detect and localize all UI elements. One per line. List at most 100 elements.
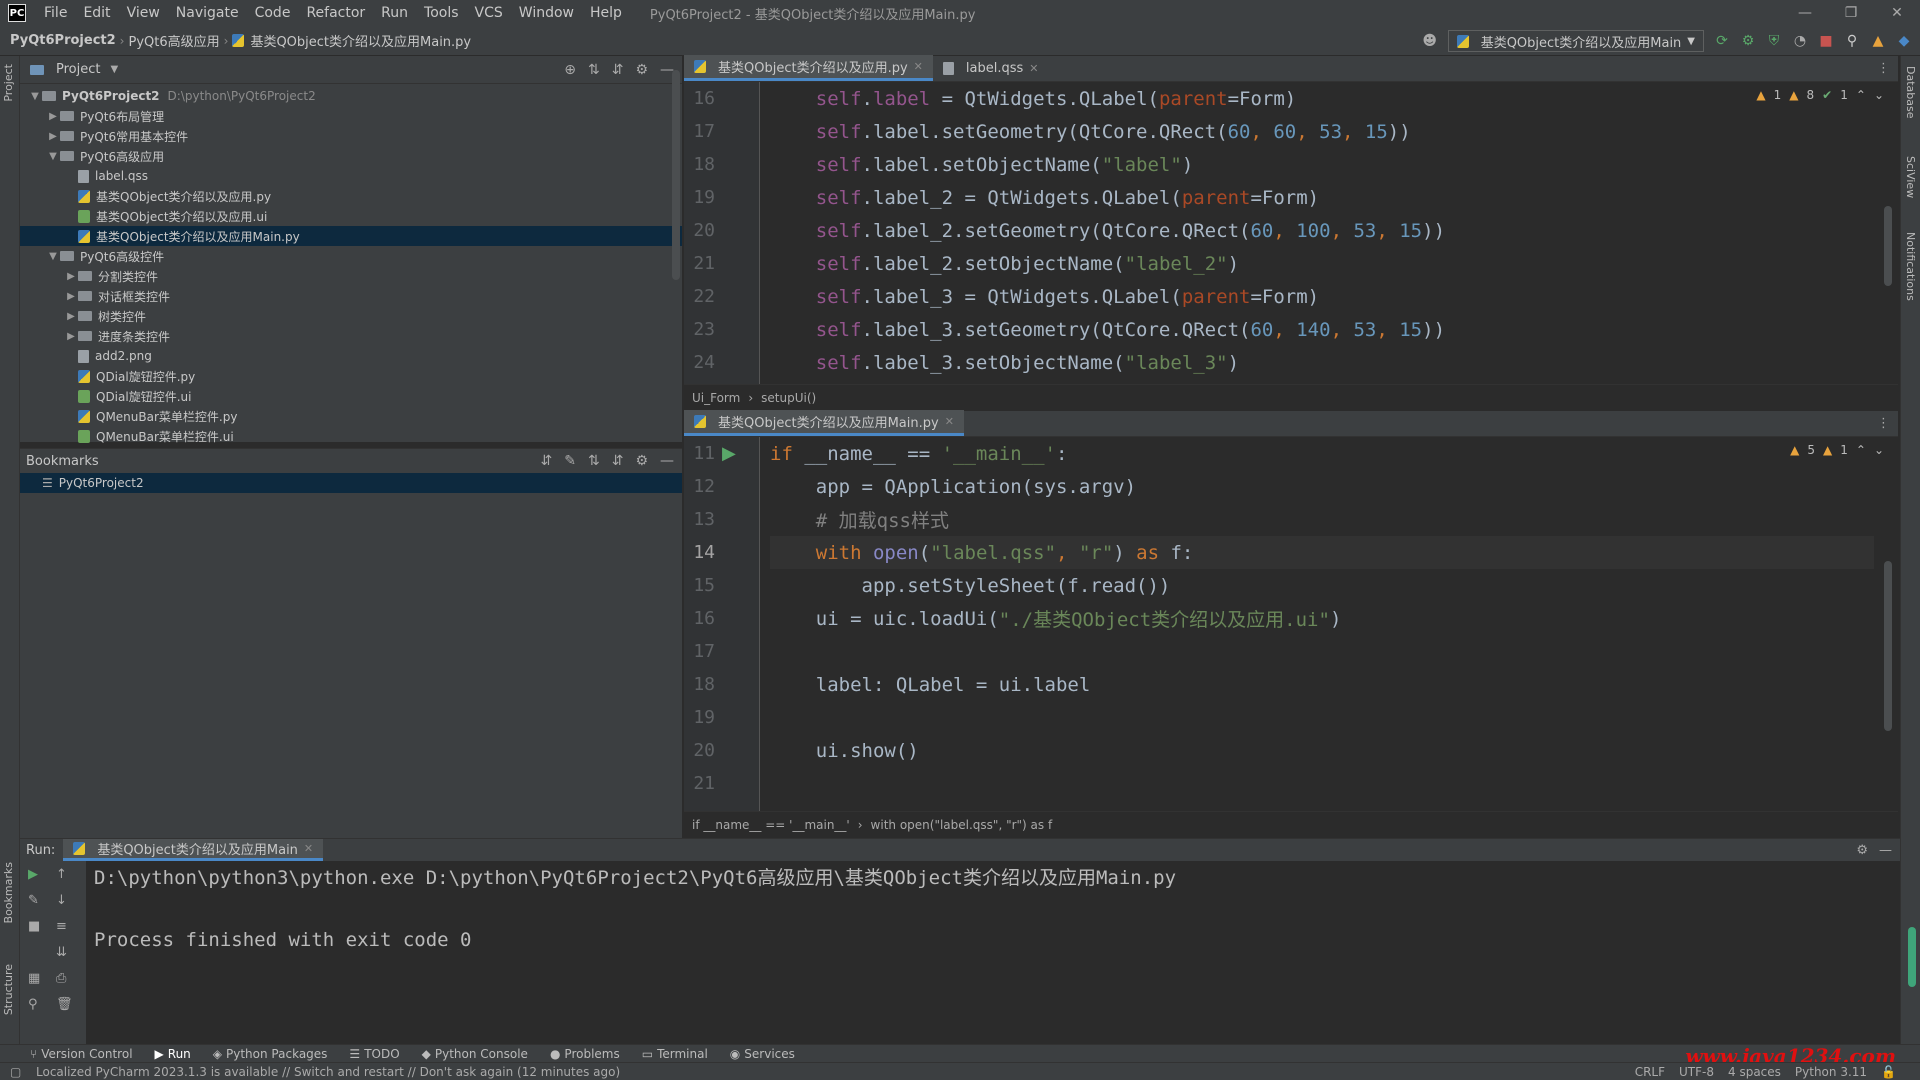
breadcrumb-method[interactable]: setupUi() [761, 391, 816, 405]
inspection-widget[interactable]: ▲ 5 ▲ 1 ⌃ ⌄ [1790, 443, 1884, 457]
line-number[interactable]: 15 [693, 569, 715, 602]
breadcrumb-folder[interactable]: PyQt6高级应用 [124, 31, 223, 50]
tree-item[interactable]: ▶ 对话框类控件 [20, 286, 682, 306]
code-line[interactable]: if __name__ == '__main__': [770, 437, 1067, 470]
indent-setting[interactable]: 4 spaces [1728, 1065, 1781, 1079]
tree-item[interactable]: 基类QObject类介绍以及应用.py [20, 186, 682, 206]
chevron-down-icon[interactable]: ⌄ [1874, 443, 1884, 457]
bookmarks-tool-tab[interactable]: Bookmarks [2, 862, 15, 923]
line-number[interactable]: 19 [693, 181, 715, 214]
trash-icon[interactable]: 🗑 [56, 997, 73, 1012]
notifications-tool-tab[interactable]: Notifications [1904, 232, 1917, 301]
menu-window[interactable]: Window [511, 5, 582, 21]
line-number[interactable]: 17 [693, 635, 715, 668]
edit-icon[interactable]: ✎ [564, 453, 576, 469]
jetbrains-icon[interactable]: ◆ [1896, 33, 1912, 49]
more-icon[interactable]: ⋮ [1877, 416, 1890, 431]
line-number[interactable]: 23 [693, 313, 715, 346]
chevron-right-icon[interactable]: ▶ [64, 271, 78, 282]
breadcrumb-if-block[interactable]: if __name__ == '__main__' [692, 818, 850, 832]
breadcrumb-class[interactable]: Ui_Form [692, 391, 740, 405]
chevron-right-icon[interactable]: ▶ [64, 311, 78, 322]
tree-item[interactable]: ▶ PyQt6布局管理 [20, 106, 682, 126]
lock-icon[interactable]: 🔓 [1881, 1065, 1896, 1079]
menu-file[interactable]: File [36, 5, 75, 21]
tool-tab-run[interactable]: ▶ Run [155, 1047, 191, 1061]
wrench-icon[interactable]: ✎ [28, 893, 39, 908]
editor-bottom-code[interactable]: if __name__ == '__main__': app = QApplic… [760, 437, 1874, 811]
project-panel-title[interactable]: Project [56, 62, 100, 77]
collapse-all-icon[interactable]: ⇵ [612, 62, 624, 78]
breadcrumb-file[interactable]: 基类QObject类介绍以及应用Main.py [246, 31, 475, 50]
update-icon[interactable]: ▲ [1870, 33, 1886, 49]
user-icon[interactable]: ☻ [1422, 33, 1438, 49]
file-encoding[interactable]: UTF-8 [1679, 1065, 1714, 1079]
collapse-all-icon[interactable]: ⇵ [612, 453, 624, 469]
code-line[interactable]: self .label_2.setObjectName("label_2") [770, 247, 1239, 280]
editor-tab[interactable]: label.qss ✕ [933, 55, 1049, 81]
line-number[interactable]: 21 [693, 247, 715, 280]
tool-tab-services[interactable]: ◉ Services [730, 1047, 795, 1061]
search-icon[interactable]: ⚲ [1844, 33, 1860, 49]
gear-icon[interactable]: ⚙ [1856, 843, 1868, 858]
line-number[interactable]: 17 [693, 115, 715, 148]
line-number[interactable]: 20 [693, 734, 715, 767]
menu-code[interactable]: Code [247, 5, 299, 21]
tree-item[interactable]: add2.png [20, 346, 682, 366]
tree-item[interactable]: QMenuBar菜单栏控件.py [20, 406, 682, 426]
editor-top-scrollbar[interactable] [1884, 206, 1892, 286]
code-line[interactable]: with open("label.qss", "r") as f: [770, 536, 1874, 569]
code-line[interactable]: self .label_3.setObjectName("label_3") [770, 346, 1239, 379]
python-interpreter[interactable]: Python 3.11 [1795, 1065, 1867, 1079]
code-line[interactable]: self .label_3 = QtWidgets.QLabel(parent =F… [770, 280, 1319, 313]
breadcrumb-with-block[interactable]: with open("label.qss", "r") as f [871, 818, 1053, 832]
code-line[interactable]: self .label_2 = QtWidgets.QLabel(parent =F… [770, 181, 1319, 214]
code-line[interactable]: ui.show() [770, 734, 919, 767]
tree-root[interactable]: ▼ PyQt6Project2 D:\python\PyQt6Project2 [20, 86, 682, 106]
tool-tab-problems[interactable]: ● Problems [550, 1047, 620, 1061]
code-line[interactable]: app.setStyleSheet(f.read()) [770, 569, 1171, 602]
layout-icon[interactable]: ▦ [28, 971, 40, 986]
stop-icon[interactable]: ■ [1818, 33, 1834, 49]
tree-item[interactable]: QDial旋钮控件.py [20, 366, 682, 386]
menu-view[interactable]: View [119, 5, 168, 21]
tool-tab-version-control[interactable]: ⑂ Version Control [30, 1047, 133, 1061]
line-number[interactable]: 14 [693, 536, 715, 569]
scroll-to-end-icon[interactable]: ⇊ [56, 945, 67, 960]
breadcrumb-project[interactable]: PyQt6Project2 [0, 33, 120, 48]
menu-run[interactable]: Run [373, 5, 416, 21]
console-scrollbar[interactable] [1908, 927, 1916, 987]
line-number[interactable]: 12 [693, 470, 715, 503]
code-line[interactable]: self .label_3.setGeometry(QtCore.QRect(60… [770, 313, 1445, 346]
menu-refactor[interactable]: Refactor [298, 5, 373, 21]
code-line[interactable]: label: QLabel = ui.label [770, 668, 1091, 701]
code-line[interactable]: app = QApplication(sys.argv) [770, 470, 1136, 503]
more-icon[interactable]: ⋮ [1877, 61, 1890, 76]
sort-icon[interactable]: ⇵ [541, 453, 553, 469]
menu-vcs[interactable]: VCS [467, 5, 511, 21]
tool-tab-terminal[interactable]: ▭ Terminal [642, 1047, 708, 1061]
code-line[interactable]: ui = uic.loadUi("./基类QObject类介绍以及应用.ui") [770, 602, 1342, 635]
expand-all-icon[interactable]: ⇅ [588, 453, 600, 469]
code-line[interactable]: self. label = QtWidgets.QLabel(parent =For… [770, 82, 1296, 115]
pin-icon[interactable]: ⚲ [28, 997, 38, 1012]
soft-wrap-icon[interactable]: ≡ [56, 919, 67, 934]
chevron-right-icon[interactable]: ▶ [46, 131, 60, 142]
arrow-down-icon[interactable]: ↓ [56, 893, 67, 908]
rerun-icon[interactable]: ▶ [28, 867, 38, 882]
tree-item[interactable]: ▼ PyQt6高级应用 [20, 146, 682, 166]
chevron-right-icon[interactable]: ▶ [64, 331, 78, 342]
close-icon[interactable]: ✕ [945, 415, 954, 428]
hide-icon[interactable]: — [660, 453, 674, 469]
code-line[interactable]: self .label_2.setGeometry(QtCore.QRect(60… [770, 214, 1445, 247]
tool-tab-python-console[interactable]: ◆ Python Console [422, 1047, 528, 1061]
tree-item[interactable]: ▶ PyQt6常用基本控件 [20, 126, 682, 146]
line-number[interactable]: 19 [693, 701, 715, 734]
tool-tab-python-packages[interactable]: ◈ Python Packages [213, 1047, 328, 1061]
hide-icon[interactable]: — [1879, 843, 1892, 858]
line-separator[interactable]: CRLF [1635, 1065, 1665, 1079]
project-tool-tab[interactable]: Project [2, 64, 15, 102]
line-number[interactable]: 16 [693, 602, 715, 635]
sciview-tool-tab[interactable]: SciView [1904, 156, 1917, 198]
chevron-down-icon[interactable]: ⌄ [1874, 88, 1884, 102]
